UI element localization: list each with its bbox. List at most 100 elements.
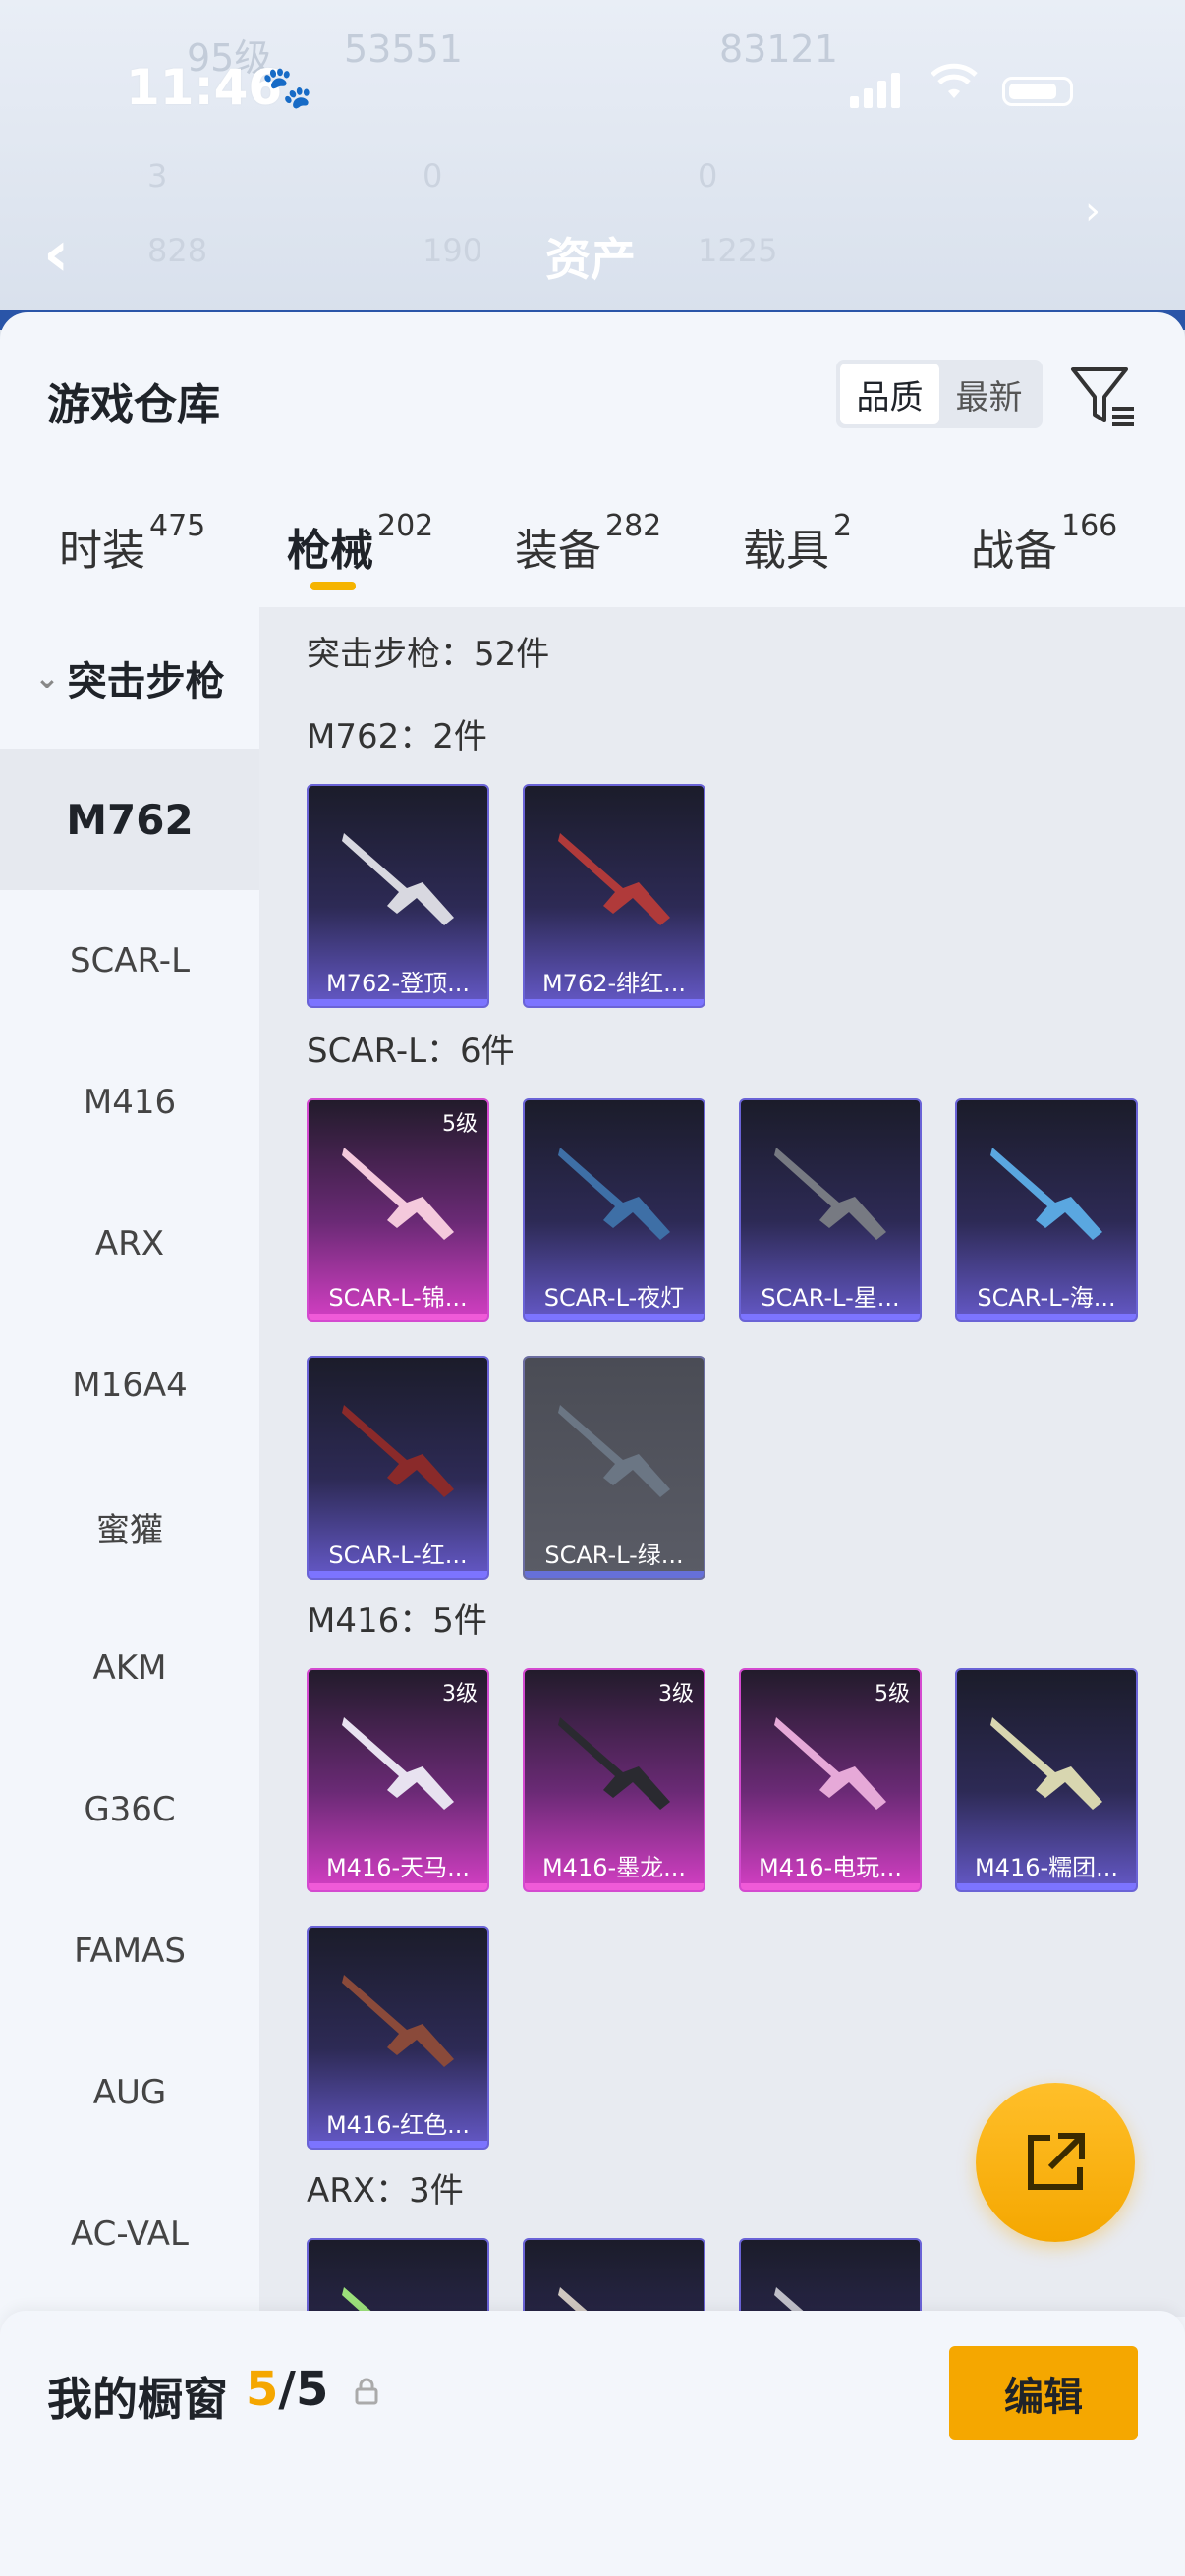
nav-stat: 0 [423,157,443,195]
sort-toggle: 品质 最新 [836,360,1043,428]
rifle-icon [774,1717,886,1810]
item-card[interactable] [307,2238,489,2317]
rifle-icon [558,1717,670,1810]
item-card[interactable]: SCAR-L-红... [307,1356,489,1580]
filter-icon[interactable] [1069,362,1138,430]
sidebar-item-scar-l[interactable]: SCAR-L [0,890,259,1032]
item-card[interactable]: M762-绯红... [523,784,705,1008]
section-title: SCAR-L：6件 [307,1032,515,1071]
sheet-title: 游戏仓库 [47,380,220,430]
sidebar-item-g36c[interactable]: G36C [0,1739,259,1880]
active-tab-indicator [310,582,356,590]
item-card[interactable]: SCAR-L-星... [739,1098,922,1322]
sidebar-item-famas[interactable]: FAMAS [0,1880,259,2022]
rifle-icon [342,1148,454,1240]
share-button[interactable] [976,2083,1135,2242]
tab-equipment[interactable]: 装备 282 [515,509,661,578]
item-name: M416-糯团... [974,1854,1119,1881]
sidebar-item-m416[interactable]: M416 [0,1032,259,1173]
status-bar: 11:46 🐾 [0,59,1185,128]
tab-fashion[interactable]: 时装 475 [59,509,205,578]
tab-firearms[interactable]: 枪械 202 [287,509,433,578]
item-name: M416-电玩... [758,1854,903,1881]
section-title: M762：2件 [307,717,487,756]
rifle-icon [342,833,454,925]
item-name: M416-天马... [325,1854,471,1881]
item-name: M416-墨龙... [541,1854,687,1881]
item-name: M762-登顶... [325,970,471,997]
item-card[interactable]: M416-糯团... [955,1668,1138,1892]
edit-button[interactable]: 编辑 [949,2346,1138,2440]
item-name: SCAR-L-星... [761,1284,900,1312]
summary-label: 突击步枪：52件 [307,635,550,674]
sidebar-item-aug[interactable]: AUG [0,2022,259,2163]
item-card[interactable]: M416-红色... [307,1926,489,2150]
page-title: 资产 [545,233,636,286]
top-nav: ‹ 3 0 0 828 190 资产 1225 › [0,157,1185,305]
tab-vehicles[interactable]: 载具 2 [743,509,852,578]
chevron-right-icon: › [1085,189,1100,234]
item-card[interactable]: M762-登顶... [307,784,489,1008]
item-grid: 突击步枪：52件 M762：2件 M762-登顶... M762-绯红... S… [259,607,1185,2317]
item-card[interactable]: SCAR-L-海... [955,1098,1138,1322]
showcase-bar: 我的橱窗 5/5 编辑 [0,2311,1185,2576]
nav-stat: 3 [147,157,168,195]
rifle-icon [558,833,670,925]
item-name: SCAR-L-海... [977,1284,1116,1312]
rifle-icon [558,1148,670,1240]
rifle-icon [342,1717,454,1810]
signal-icon [850,73,905,108]
item-name: SCAR-L-绿... [544,1541,684,1569]
sort-newest-button[interactable]: 最新 [939,364,1039,424]
level-badge: 3级 [658,1682,694,1707]
lock-icon [354,2378,379,2412]
weapon-sidebar: ⌄ 突击步枪 M762 SCAR-L M416 ARX M16A4 蜜獾 AKM … [0,607,259,2317]
rifle-icon [990,1717,1102,1810]
item-name: SCAR-L-锦... [328,1284,468,1312]
showcase-count: 5/5 [246,2362,329,2417]
item-name: SCAR-L-红... [328,1541,468,1569]
item-name: M416-红色... [325,2111,471,2139]
clock: 11:46 [126,59,283,116]
warehouse-sheet: 游戏仓库 品质 最新 时装 475 枪械 202 装备 282 载具 2 战备 166 ⌄… [0,312,1185,2576]
back-chevron-icon[interactable]: ‹ [43,218,69,291]
sidebar-category[interactable]: ⌄ 突击步枪 [0,607,259,749]
item-card[interactable]: 5级 SCAR-L-锦... [307,1098,489,1322]
showcase-title: 我的橱窗 [47,2373,228,2426]
section-title: M416：5件 [307,1601,487,1641]
rifle-icon [774,1148,886,1240]
item-card[interactable]: 3级 M416-墨龙... [523,1668,705,1892]
item-card[interactable] [739,2238,922,2317]
sidebar-item-honey-badger[interactable]: 蜜獾 [0,1456,259,1597]
paw-icon: 🐾 [261,63,313,111]
level-badge: 5级 [875,1682,910,1707]
chevron-down-icon: ⌄ [34,660,60,696]
level-badge: 3级 [442,1682,478,1707]
sidebar-item-akm[interactable]: AKM [0,1597,259,1739]
nav-stat: 1225 [698,232,778,269]
battery-icon [1002,77,1073,106]
item-card[interactable]: 5级 M416-电玩... [739,1668,922,1892]
share-icon [1028,2133,1085,2190]
nav-stat: 190 [423,232,483,269]
nav-stat: 0 [698,157,718,195]
rifle-icon [990,1148,1102,1240]
section-title: ARX：3件 [307,2171,464,2211]
nav-stat: 828 [147,232,208,269]
sidebar-item-ac-val[interactable]: AC-VAL [0,2163,259,2305]
sidebar-item-m762[interactable]: M762 [0,749,259,890]
rifle-icon [342,1405,454,1497]
item-name: M762-绯红... [541,970,687,997]
sort-quality-button[interactable]: 品质 [840,364,939,424]
wifi-icon [930,63,979,112]
item-name: SCAR-L-夜灯 [543,1284,685,1312]
category-tabs: 时装 475 枪械 202 装备 282 载具 2 战备 166 [0,499,1185,607]
item-card[interactable] [523,2238,705,2317]
item-card[interactable]: SCAR-L-夜灯 [523,1098,705,1322]
sidebar-item-m16a4[interactable]: M16A4 [0,1315,259,1456]
item-card[interactable]: 3级 M416-天马... [307,1668,489,1892]
item-card[interactable]: SCAR-L-绿... [523,1356,705,1580]
sidebar-item-arx[interactable]: ARX [0,1173,259,1315]
tab-gear[interactable]: 战备 166 [971,509,1117,578]
level-badge: 5级 [442,1112,478,1137]
